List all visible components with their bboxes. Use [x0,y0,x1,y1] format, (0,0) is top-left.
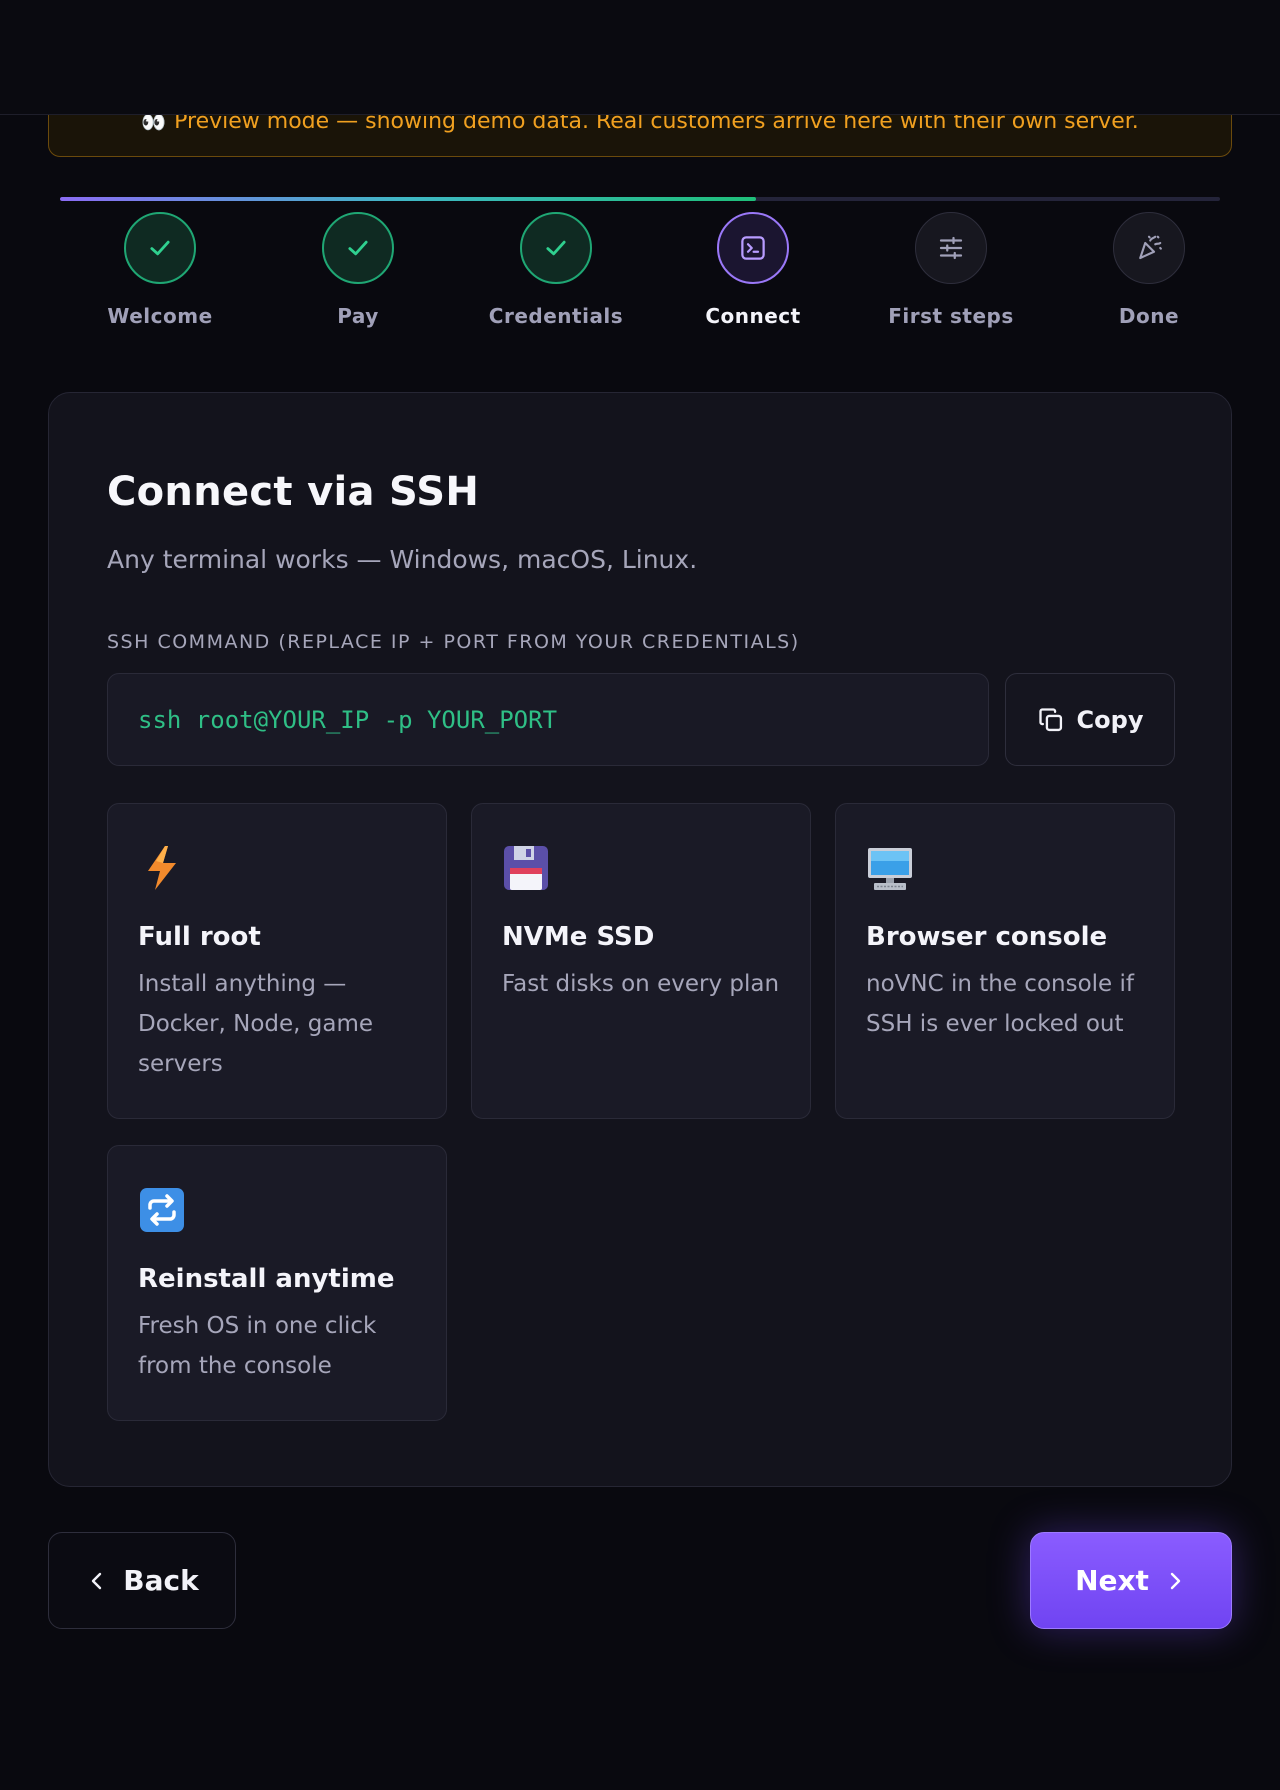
ssh-command-box[interactable]: ssh root@YOUR_IP -p YOUR_PORT [107,673,989,766]
step-credentials[interactable]: Credentials [456,212,656,328]
chevron-right-icon [1170,1572,1181,1589]
wizard-progress-bar [60,197,1220,201]
feature-description: noVNC in the console if SSH is ever lock… [866,971,1134,1037]
terminal-icon [741,236,765,260]
repeat-icon [140,1188,184,1232]
feature-description: Install anything — Docker, Node, game se… [138,971,374,1077]
step-circle [717,212,789,284]
step-label: Connect [705,304,801,328]
feature-card-browser-console: Browser console noVNC in the console if … [835,803,1175,1119]
party-popper-icon [1139,235,1162,260]
feature-title: Reinstall anytime [138,1264,395,1294]
step-welcome[interactable]: Welcome [60,212,260,328]
feature-card-reinstall-anytime: Reinstall anytime Fresh OS in one click … [107,1145,447,1421]
back-button[interactable]: Back [48,1532,236,1629]
copy-button-label: Copy [1076,705,1144,734]
feature-card-nvme-ssd: NVMe SSD Fast disks on every plan [471,803,811,1119]
back-button-label: Back [123,1564,199,1597]
step-circle [1113,212,1185,284]
lightning-icon [148,846,176,890]
step-label: Welcome [107,304,213,328]
step-circle [520,212,592,284]
wizard-progress-fill [60,197,756,201]
feature-title: NVMe SSD [502,922,655,952]
step-first-steps[interactable]: First steps [851,212,1051,328]
step-circle [915,212,987,284]
feature-title: Browser console [866,922,1108,952]
feature-card-full-root: Full root Install anything — Docker, Nod… [107,803,447,1119]
feature-title: Full root [138,922,261,952]
top-bar [0,0,1280,115]
feature-description: Fast disks on every plan [502,971,780,997]
page-title: Connect via SSH [107,469,480,515]
step-label: Pay [337,304,379,328]
page-subtitle: Any terminal works — Windows, macOS, Lin… [107,545,698,574]
step-connect[interactable]: Connect [653,212,853,328]
step-done[interactable]: Done [1049,212,1249,328]
check-icon [546,240,566,256]
floppy-disk-icon [504,846,548,890]
step-label: First steps [888,304,1014,328]
check-icon [348,240,368,256]
ssh-command-text: ssh root@YOUR_IP -p YOUR_PORT [138,705,558,734]
next-button[interactable]: Next [1030,1532,1232,1629]
connect-card: Connect via SSH Any terminal works — Win… [48,392,1232,1487]
step-label: Credentials [488,304,624,328]
step-label: Done [1118,304,1180,328]
wizard-steps: Welcome Pay Credentials Connect First st… [60,212,1220,332]
next-button-label: Next [1075,1564,1149,1597]
step-circle [322,212,394,284]
check-icon [150,240,170,256]
step-circle [124,212,196,284]
chevron-left-icon [92,1572,102,1589]
feature-description: Fresh OS in one click from the console [138,1313,377,1379]
desktop-computer-icon [868,848,912,890]
copy-icon [1038,707,1062,731]
copy-button[interactable]: Copy [1005,673,1175,766]
sliders-icon [939,236,963,260]
ssh-command-label: SSH COMMAND (REPLACE IP + PORT FROM YOUR… [107,631,800,653]
step-pay[interactable]: Pay [258,212,458,328]
